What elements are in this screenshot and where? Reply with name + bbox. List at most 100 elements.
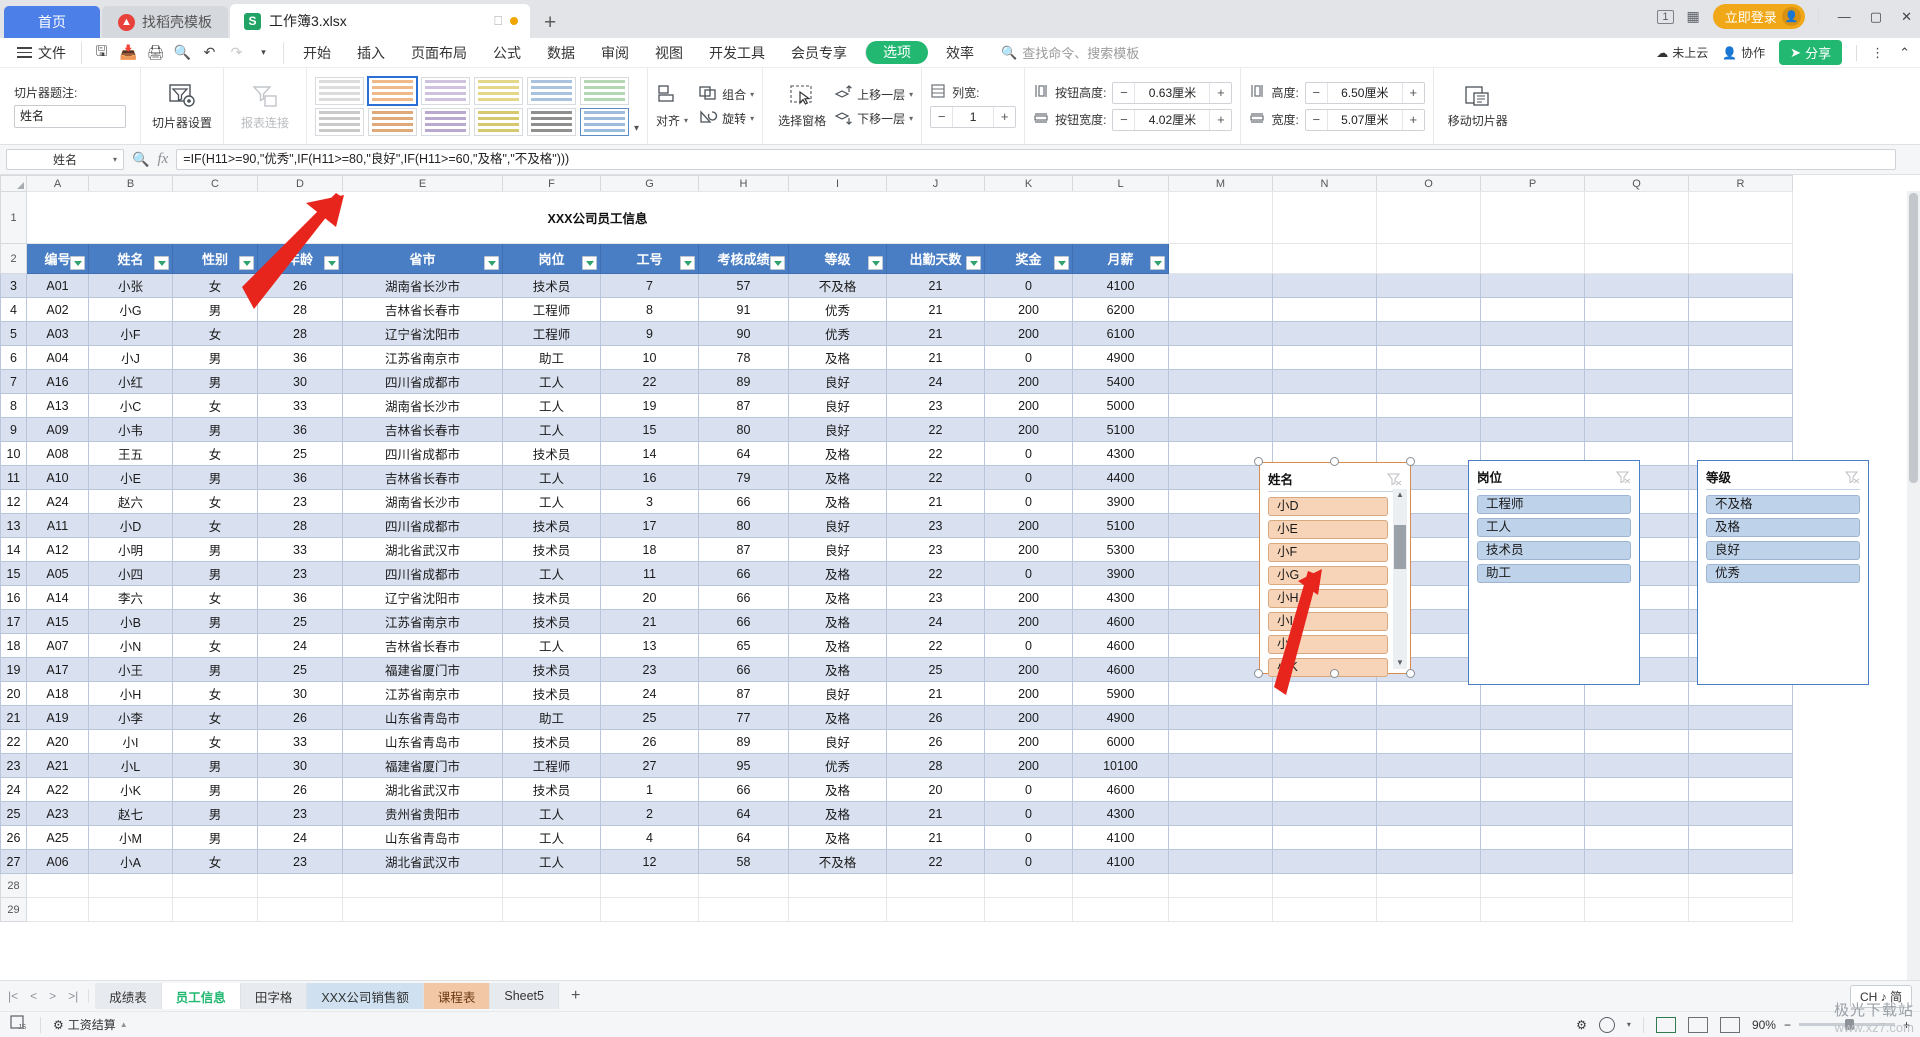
- grid-cell[interactable]: [1480, 681, 1585, 706]
- vertical-scrollbar-thumb[interactable]: [1909, 193, 1918, 483]
- table-cell[interactable]: 26: [600, 729, 699, 754]
- slicer-width-stepper[interactable]: − 5.07厘米 +: [1304, 108, 1425, 131]
- grid-cell[interactable]: [257, 873, 343, 898]
- insert-function-icon[interactable]: fx: [157, 151, 168, 168]
- slicer-style-11[interactable]: [527, 107, 576, 136]
- grid-cell[interactable]: [1168, 465, 1273, 490]
- table-cell[interactable]: 技术员: [502, 441, 601, 466]
- table-cell[interactable]: 200: [984, 537, 1073, 562]
- table-cell[interactable]: 山东省青岛市: [342, 825, 503, 850]
- table-cell[interactable]: 200: [984, 585, 1073, 610]
- table-cell[interactable]: 6000: [1072, 729, 1169, 754]
- table-cell[interactable]: 0: [984, 777, 1073, 802]
- row-header-6[interactable]: 6: [0, 345, 27, 370]
- grid-cell[interactable]: [1168, 849, 1273, 874]
- table-cell[interactable]: 23: [886, 585, 985, 610]
- table-cell[interactable]: 工人: [502, 489, 601, 514]
- table-cell[interactable]: 0: [984, 561, 1073, 586]
- table-cell[interactable]: 辽宁省沈阳市: [342, 585, 503, 610]
- scroll-down-icon[interactable]: ▼: [1396, 657, 1404, 669]
- table-cell[interactable]: 66: [698, 609, 789, 634]
- grid-cell[interactable]: [172, 897, 258, 922]
- print-preview-icon[interactable]: 🔍: [171, 42, 194, 64]
- align-button[interactable]: [656, 84, 688, 107]
- slicer-style-2[interactable]: [367, 75, 418, 106]
- scroll-up-icon[interactable]: ▲: [1396, 489, 1404, 501]
- table-cell[interactable]: 李六: [88, 585, 173, 610]
- table-cell[interactable]: 小J: [88, 345, 173, 370]
- name-box[interactable]: 姓名 ▾: [6, 149, 124, 170]
- table-cell[interactable]: 工人: [502, 393, 601, 418]
- table-cell[interactable]: 28: [886, 753, 985, 778]
- table-cell[interactable]: 5100: [1072, 513, 1169, 538]
- grid-cell[interactable]: [1168, 369, 1273, 394]
- column-header-D[interactable]: D: [257, 175, 343, 192]
- slicer-style-8[interactable]: [368, 107, 417, 136]
- send-backward-button[interactable]: 下移一层 ▾: [833, 109, 913, 128]
- table-cell[interactable]: 10100: [1072, 753, 1169, 778]
- table-cell[interactable]: 男: [172, 297, 258, 322]
- grid-cell[interactable]: [1584, 417, 1689, 442]
- table-cell[interactable]: 工人: [502, 465, 601, 490]
- grid-cell[interactable]: [257, 897, 343, 922]
- vertical-scrollbar[interactable]: [1907, 191, 1920, 980]
- column-header-J[interactable]: J: [886, 175, 985, 192]
- table-cell[interactable]: A15: [26, 609, 89, 634]
- row-header-12[interactable]: 12: [0, 489, 27, 514]
- table-cell[interactable]: A18: [26, 681, 89, 706]
- filter-dropdown-icon[interactable]: [966, 256, 981, 270]
- table-header-cell[interactable]: 省市: [342, 243, 503, 274]
- table-cell[interactable]: 良好: [788, 417, 887, 442]
- tab-page-layout[interactable]: 页面布局: [398, 40, 480, 66]
- grid-cell[interactable]: [1376, 729, 1481, 754]
- table-cell[interactable]: 工程师: [502, 321, 601, 346]
- slicer-height-stepper[interactable]: − 6.50厘米 +: [1304, 81, 1425, 104]
- table-cell[interactable]: 女: [172, 513, 258, 538]
- table-cell[interactable]: 66: [698, 561, 789, 586]
- rotate-button[interactable]: 旋转 ▾: [698, 109, 754, 128]
- grid-cell[interactable]: [1272, 801, 1377, 826]
- collapse-ribbon-icon[interactable]: ⌃: [1899, 45, 1910, 61]
- row-header-11[interactable]: 11: [0, 465, 27, 490]
- filter-dropdown-icon[interactable]: [680, 256, 695, 270]
- table-cell[interactable]: 23: [257, 489, 343, 514]
- slicer-item[interactable]: 小H: [1268, 589, 1388, 608]
- grid-cell[interactable]: [1272, 297, 1377, 322]
- slicer-style-6[interactable]: [580, 76, 629, 105]
- table-cell[interactable]: 64: [698, 801, 789, 826]
- table-cell[interactable]: 4900: [1072, 345, 1169, 370]
- table-cell[interactable]: 21: [886, 345, 985, 370]
- column-header-O[interactable]: O: [1376, 175, 1481, 192]
- table-cell[interactable]: 26: [886, 705, 985, 730]
- table-cell[interactable]: 工程师: [502, 753, 601, 778]
- table-cell[interactable]: 87: [698, 537, 789, 562]
- column-header-A[interactable]: A: [26, 175, 89, 192]
- slicer-item[interactable]: 小E: [1268, 520, 1388, 539]
- table-cell[interactable]: 助工: [502, 705, 601, 730]
- grid-cell[interactable]: [1584, 729, 1689, 754]
- filter-dropdown-icon[interactable]: [484, 256, 499, 270]
- table-cell[interactable]: 0: [984, 801, 1073, 826]
- row-header-19[interactable]: 19: [0, 657, 27, 682]
- table-cell[interactable]: A06: [26, 849, 89, 874]
- table-cell[interactable]: 77: [698, 705, 789, 730]
- grid-cell[interactable]: [886, 873, 985, 898]
- resize-handle-se[interactable]: [1406, 669, 1415, 678]
- resize-handle-ne[interactable]: [1406, 457, 1415, 466]
- table-cell[interactable]: 山东省青岛市: [342, 705, 503, 730]
- grid-cell[interactable]: [1376, 243, 1481, 274]
- slicer-width-increment[interactable]: +: [1401, 109, 1424, 130]
- table-header-cell[interactable]: 编号: [26, 243, 89, 274]
- table-cell[interactable]: 23: [886, 537, 985, 562]
- normal-view-button[interactable]: [1655, 1016, 1676, 1033]
- grid-cell[interactable]: [1168, 609, 1273, 634]
- grid-cell[interactable]: [1584, 777, 1689, 802]
- table-cell[interactable]: A13: [26, 393, 89, 418]
- grid-cell[interactable]: [502, 873, 601, 898]
- new-tab-button[interactable]: +: [530, 11, 570, 38]
- login-button[interactable]: 立即登录 👤: [1712, 4, 1805, 29]
- table-cell[interactable]: 200: [984, 369, 1073, 394]
- grid-cell[interactable]: [1688, 297, 1793, 322]
- row-header-25[interactable]: 25: [0, 801, 27, 826]
- grid-cell[interactable]: [1272, 273, 1377, 298]
